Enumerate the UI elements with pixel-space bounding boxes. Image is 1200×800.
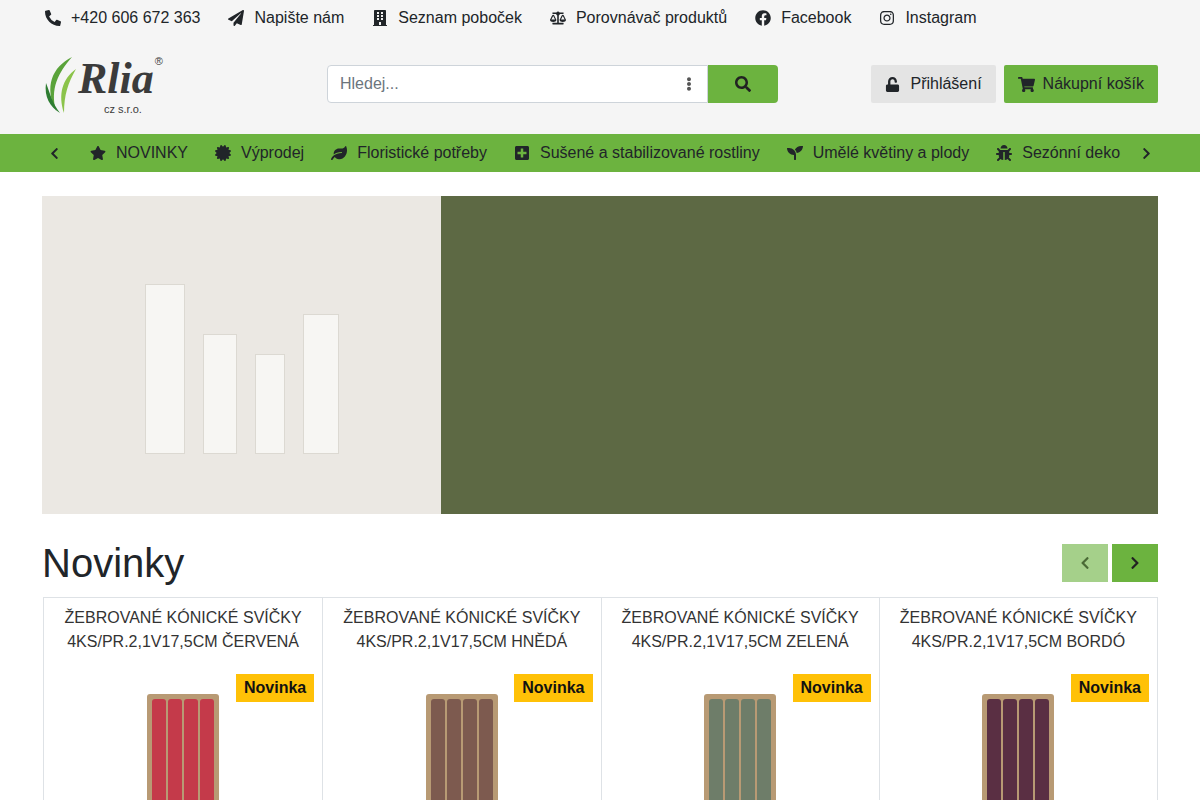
plant-icon <box>787 145 803 161</box>
search-icon <box>735 76 751 92</box>
nav-item[interactable]: Sezónní deko <box>996 141 1120 165</box>
cart-icon <box>1018 76 1035 93</box>
logo-mark: ® <box>155 56 163 67</box>
cart-button[interactable]: Nákupní košík <box>1004 65 1158 103</box>
candle <box>463 699 477 800</box>
product-list: ŽEBROVANÉ KÓNICKÉ SVÍČKY 4KS/PR.2,1V17,5… <box>43 597 1158 800</box>
nav-prev-button[interactable] <box>42 134 66 172</box>
top-link[interactable]: +420 606 672 363 <box>45 6 200 30</box>
top-link[interactable]: Instagram <box>879 6 976 30</box>
candle <box>447 699 461 800</box>
logo[interactable]: Rlia® cz s.r.o. <box>42 53 327 115</box>
product-image[interactable] <box>147 694 219 800</box>
section-title: Novinky <box>42 539 184 587</box>
leaf-logo-icon <box>42 53 78 115</box>
facebook-icon <box>755 10 771 26</box>
candle <box>200 699 214 800</box>
top-link[interactable]: Porovnávač produktů <box>550 6 727 30</box>
nav-item[interactable]: Výprodej <box>215 141 304 165</box>
banner-photo <box>42 196 441 514</box>
nav-item[interactable]: Umělé květiny a plody <box>787 141 970 165</box>
candle <box>725 699 739 800</box>
category-nav: NOVINKY Výprodej Floristické potřeby Sušené… <box>0 134 1200 172</box>
candle <box>987 699 1001 800</box>
paper-plane-icon <box>228 10 244 26</box>
product-image[interactable] <box>704 694 776 800</box>
product-title[interactable]: ŽEBROVANÉ KÓNICKÉ SVÍČKY 4KS/PR.2,1V17,5… <box>56 606 310 676</box>
more-icon[interactable] <box>683 77 695 91</box>
leaf-icon <box>331 145 347 161</box>
phone-icon <box>45 10 61 26</box>
chevron-right-icon <box>1140 147 1153 160</box>
banner-panel <box>441 196 1158 514</box>
candle <box>479 699 493 800</box>
nav-item[interactable]: Sušené a stabilizované rostliny <box>514 141 760 165</box>
product-card[interactable]: ŽEBROVANÉ KÓNICKÉ SVÍČKY 4KS/PR.2,1V17,5… <box>322 598 600 800</box>
product-card[interactable]: ŽEBROVANÉ KÓNICKÉ SVÍČKY 4KS/PR.2,1V17,5… <box>44 598 322 800</box>
nav-item[interactable]: Floristické potřeby <box>331 141 487 165</box>
login-button[interactable]: Přihlášení <box>871 65 995 103</box>
candle <box>431 699 445 800</box>
scale-icon <box>550 10 566 26</box>
new-badge: Novinka <box>514 674 592 702</box>
page: +420 606 672 363 Napište nám Seznam poboče… <box>0 0 1200 800</box>
candle <box>1019 699 1033 800</box>
product-title[interactable]: ŽEBROVANÉ KÓNICKÉ SVÍČKY 4KS/PR.2,1V17,5… <box>335 606 588 676</box>
product-image[interactable] <box>426 694 498 800</box>
search-bar <box>327 65 778 103</box>
product-card[interactable]: ŽEBROVANÉ KÓNICKÉ SVÍČKY 4KS/PR.2,1V17,5… <box>879 598 1157 800</box>
top-link[interactable]: Facebook <box>755 6 851 30</box>
header-main: Rlia® cz s.r.o. PřihlášeníNákupní košík <box>42 36 1158 134</box>
chevron-right-icon <box>1128 556 1142 570</box>
product-image[interactable] <box>982 694 1054 800</box>
candle <box>709 699 723 800</box>
top-links: +420 606 672 363 Napište nám Seznam poboče… <box>42 0 1158 36</box>
nav-next-button[interactable] <box>1134 134 1158 172</box>
carousel-prev-button[interactable] <box>1062 544 1108 582</box>
candle <box>1003 699 1017 800</box>
new-badge: Novinka <box>236 674 314 702</box>
search-button[interactable] <box>708 65 778 103</box>
chevron-left-icon <box>48 147 61 160</box>
product-card[interactable]: ŽEBROVANÉ KÓNICKÉ SVÍČKY 4KS/PR.2,1V17,5… <box>601 598 879 800</box>
building-icon <box>372 10 388 26</box>
candle <box>168 699 182 800</box>
candle <box>741 699 755 800</box>
product-title[interactable]: ŽEBROVANÉ KÓNICKÉ SVÍČKY 4KS/PR.2,1V17,5… <box>892 606 1145 676</box>
new-badge: Novinka <box>1071 674 1149 702</box>
flower-icon <box>514 145 530 161</box>
instagram-icon <box>879 10 895 26</box>
bug-icon <box>996 145 1012 161</box>
candle <box>184 699 198 800</box>
candle <box>152 699 166 800</box>
star-icon <box>90 145 106 161</box>
candle <box>1035 699 1049 800</box>
candle <box>757 699 771 800</box>
top-link[interactable]: Seznam poboček <box>372 6 522 30</box>
chevron-left-icon <box>1078 556 1092 570</box>
header: +420 606 672 363 Napište nám Seznam poboče… <box>0 0 1200 134</box>
product-title[interactable]: ŽEBROVANÉ KÓNICKÉ SVÍČKY 4KS/PR.2,1V17,5… <box>614 606 867 676</box>
carousel-next-button[interactable] <box>1112 544 1158 582</box>
nav-item[interactable]: NOVINKY <box>90 141 188 165</box>
logo-name: Rlia <box>78 56 154 102</box>
top-link[interactable]: Napište nám <box>228 6 344 30</box>
badge-icon <box>215 145 231 161</box>
search-input[interactable] <box>328 72 683 96</box>
lock-icon <box>885 77 900 92</box>
banner[interactable] <box>42 196 1158 514</box>
logo-suffix: cz s.r.o. <box>104 104 142 115</box>
new-badge: Novinka <box>793 674 871 702</box>
